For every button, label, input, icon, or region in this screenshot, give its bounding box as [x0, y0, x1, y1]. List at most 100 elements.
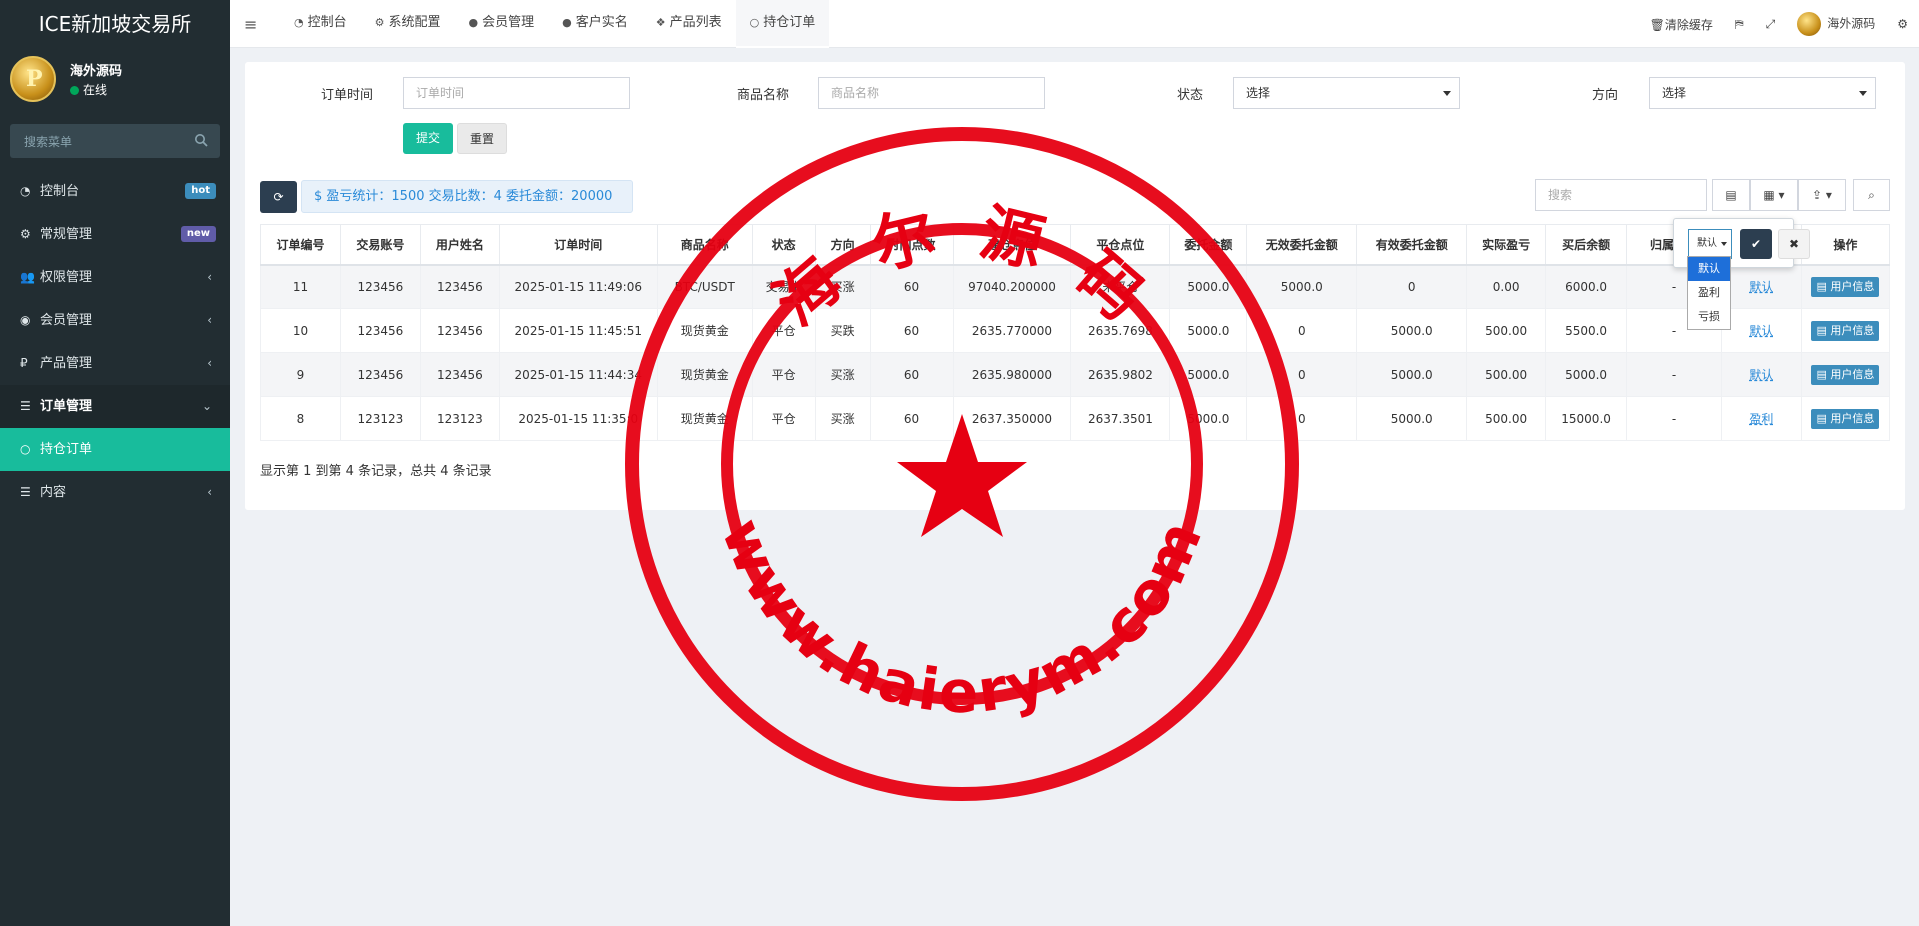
- sidebar-item-products[interactable]: ₽ 产品管理 ‹: [0, 342, 230, 385]
- submit-button[interactable]: 提交: [403, 123, 453, 154]
- cell-status: 交易中: [751, 264, 816, 309]
- tab-positions[interactable]: ○ 持仓订单: [735, 0, 830, 48]
- risk-edit-link[interactable]: 默认: [1749, 280, 1773, 294]
- list-icon: ☰: [20, 399, 31, 413]
- orders-table: 订单编号 交易账号 用户姓名 订单时间 商品名称 状态 方向 时间点数 建仓点位…: [260, 224, 1891, 441]
- col-open-price[interactable]: 建仓点位: [952, 224, 1072, 266]
- cell-order-id: 8: [260, 396, 341, 441]
- toggle-view-button[interactable]: ▤: [1712, 179, 1750, 211]
- fullscreen-icon[interactable]: ⤢: [1755, 17, 1787, 32]
- cell-time-points: 60: [869, 352, 954, 397]
- table-search-input[interactable]: 搜索: [1535, 179, 1707, 211]
- cell-agent: -: [1626, 352, 1722, 397]
- cogs-icon: ⚙: [20, 227, 31, 241]
- cell-pnl: 500.00: [1466, 308, 1547, 353]
- cell-status: 平仓: [751, 396, 816, 441]
- col-close-price[interactable]: 平仓点位: [1070, 224, 1171, 266]
- col-order-id[interactable]: 订单编号: [260, 224, 341, 266]
- cell-invalid-amount: 0: [1246, 352, 1358, 397]
- col-invalid-amount[interactable]: 无效委托金额: [1246, 224, 1358, 266]
- risk-select[interactable]: 默认: [1688, 229, 1732, 259]
- list-icon: ☰: [20, 485, 31, 499]
- list-icon: ▤: [1816, 411, 1831, 425]
- cell-actions: ▤ 用户信息: [1800, 352, 1891, 397]
- cell-close-price: 未平仓: [1070, 264, 1171, 309]
- sidebar-item-general[interactable]: ⚙ 常规管理 new: [0, 213, 230, 256]
- col-account[interactable]: 交易账号: [339, 224, 421, 266]
- product-name-input[interactable]: 商品名称: [818, 77, 1045, 109]
- cell-product: 现货黄金: [656, 308, 753, 353]
- cancel-button[interactable]: ✖: [1778, 229, 1810, 259]
- search-icon[interactable]: [194, 133, 208, 147]
- status-select[interactable]: 选择: [1233, 77, 1460, 109]
- cell-account: 123456: [339, 308, 421, 353]
- col-actions: 操作: [1800, 224, 1891, 266]
- col-balance[interactable]: 买后余额: [1545, 224, 1628, 266]
- risk-option[interactable]: 默认: [1688, 257, 1730, 281]
- tab-member-management[interactable]: ● 会员管理: [455, 0, 549, 48]
- cell-direction: 买跌: [814, 308, 871, 353]
- menu-search-input[interactable]: 搜索菜单: [10, 124, 220, 158]
- sidebar-item-dashboard[interactable]: ◔ 控制台 hot: [0, 170, 230, 213]
- sidebar-item-orders[interactable]: ☰ 订单管理 ⌄: [0, 385, 230, 428]
- cell-account: 123456: [339, 352, 421, 397]
- columns-button[interactable]: ▦ ▾: [1750, 179, 1798, 211]
- cell-direction: 买涨: [814, 352, 871, 397]
- cell-amount: 5000.0: [1169, 396, 1248, 441]
- col-valid-amount[interactable]: 有效委托金额: [1356, 224, 1468, 266]
- sidebar-item-members[interactable]: ◉ 会员管理 ‹: [0, 299, 230, 342]
- order-time-input[interactable]: 订单时间: [403, 77, 630, 109]
- risk-edit-link[interactable]: 盈利: [1749, 412, 1773, 426]
- tab-customer-verification[interactable]: ● 客户实名: [548, 0, 642, 48]
- col-direction[interactable]: 方向: [814, 224, 871, 266]
- user-info-button[interactable]: ▤ 用户信息: [1811, 276, 1880, 297]
- col-time-points[interactable]: 时间点数: [869, 224, 954, 266]
- brand-title[interactable]: ICE新加坡交易所: [0, 0, 230, 48]
- direction-select[interactable]: 选择: [1649, 77, 1876, 109]
- col-status[interactable]: 状态: [751, 224, 816, 266]
- users-icon: 👥: [20, 270, 35, 284]
- reset-button[interactable]: 重置: [457, 123, 507, 154]
- user-info-button[interactable]: ▤ 用户信息: [1811, 408, 1880, 429]
- cell-user-name: 123456: [419, 264, 500, 309]
- cell-time-points: 60: [869, 396, 954, 441]
- user-menu[interactable]: 海外源码: [1786, 12, 1886, 36]
- refresh-button[interactable]: ⟳: [260, 181, 297, 213]
- cell-invalid-amount: 0: [1246, 396, 1358, 441]
- tab-product-list[interactable]: ❖ 产品列表: [642, 0, 736, 48]
- risk-edit-link[interactable]: 默认: [1749, 324, 1773, 338]
- col-pnl[interactable]: 实际盈亏: [1466, 224, 1547, 266]
- risk-option[interactable]: 亏损: [1688, 305, 1730, 329]
- col-user-name[interactable]: 用户姓名: [419, 224, 500, 266]
- sidebar-item-positions[interactable]: ○ 持仓订单: [0, 428, 230, 471]
- cell-actions: ▤ 用户信息: [1800, 308, 1891, 353]
- clear-cache-button[interactable]: 🗑清除缓存: [1639, 16, 1724, 33]
- col-amount[interactable]: 委托金额: [1169, 224, 1248, 266]
- chevron-left-icon: ‹: [207, 485, 212, 499]
- cell-order-time: 2025-01-15 11:35:0: [498, 396, 658, 441]
- risk-option[interactable]: 盈利: [1688, 281, 1730, 305]
- tab-dashboard[interactable]: ◔ 控制台: [280, 0, 361, 48]
- cell-close-price: 2635.9802: [1070, 352, 1171, 397]
- col-order-time[interactable]: 订单时间: [498, 224, 658, 266]
- close-icon: ✖: [1788, 237, 1800, 251]
- menu-toggle-icon[interactable]: ≡: [244, 15, 257, 34]
- advanced-search-button[interactable]: ⌕: [1853, 179, 1890, 211]
- user-info-button[interactable]: ▤ 用户信息: [1811, 364, 1880, 385]
- cell-actions: ▤ 用户信息: [1800, 264, 1891, 309]
- confirm-button[interactable]: ✔: [1740, 229, 1772, 259]
- sidebar-item-content[interactable]: ☰ 内容 ‹: [0, 471, 230, 514]
- user-panel: P 海外源码 在线: [0, 48, 230, 116]
- cell-agent: -: [1626, 396, 1722, 441]
- cell-product: 现货黄金: [656, 352, 753, 397]
- tab-system-config[interactable]: ⚙ 系统配置: [361, 0, 455, 48]
- settings-gear-icon[interactable]: ⚙: [1886, 17, 1919, 31]
- order-time-label: 订单时间: [321, 88, 374, 103]
- risk-edit-link[interactable]: 默认: [1749, 368, 1773, 382]
- language-icon[interactable]: ⛿: [1724, 17, 1755, 32]
- cell-balance: 15000.0: [1545, 396, 1628, 441]
- user-info-button[interactable]: ▤ 用户信息: [1811, 320, 1880, 341]
- col-product[interactable]: 商品名称: [656, 224, 753, 266]
- export-button[interactable]: ⇪ ▾: [1798, 179, 1846, 211]
- sidebar-item-permissions[interactable]: 👥 权限管理 ‹: [0, 256, 230, 299]
